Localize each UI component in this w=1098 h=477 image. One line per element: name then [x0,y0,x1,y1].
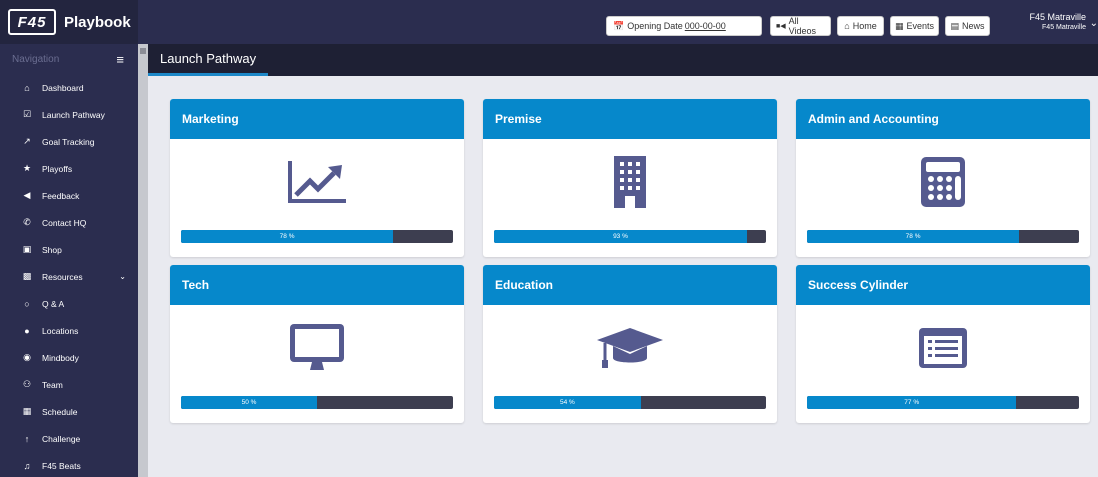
trophy-icon: ★ [22,163,32,173]
calendar-icon: 📅 [613,20,625,31]
progress-bar: 78 % [807,230,1079,243]
sidebar-item-team[interactable]: ⚇ Team [0,371,138,398]
calendar-icon: ▦ [22,406,32,416]
sidebar-item-q-and-a[interactable]: ○ Q & A [0,290,138,317]
scrollbar-thumb[interactable] [140,48,146,54]
news-button[interactable]: ▤ News [945,16,990,36]
opening-date-value: 000-00-00 [684,21,726,31]
card-education[interactable]: Education 54 % [483,265,777,423]
progress-bar: 77 % [807,396,1079,409]
progress-text: 78 % [905,233,921,240]
sidebar: Navigation ≡ ⌂ Dashboard ☑ Launch Pathwa… [0,44,138,477]
brand-title: Playbook [64,13,131,31]
sidebar-title: Navigation [12,53,60,65]
map-pin-icon: ● [24,325,30,336]
cart-icon: ▣ [22,244,32,254]
person-icon: ↑ [24,433,30,444]
progress-text: 50 % [241,399,257,406]
progress-text: 77 % [904,399,920,406]
calculator-icon [796,151,1090,213]
sidebar-item-locations[interactable]: ● Locations [0,317,138,344]
newspaper-icon: ▤ [950,20,959,31]
card-tech[interactable]: Tech 50 % [170,265,464,423]
user-menu[interactable]: F45 Matraville F45 Matraville [1029,12,1086,31]
eye-icon: ◉ [23,352,31,362]
sidebar-item-challenge[interactable]: ↑ Challenge [0,425,138,452]
sidebar-item-dashboard[interactable]: ⌂ Dashboard [0,74,138,101]
card-title: Marketing [170,99,464,139]
cubes-icon: ▩ [22,271,32,281]
home-button[interactable]: ⌂ Home [837,16,884,36]
sidebar-item-launch-pathway[interactable]: ☑ Launch Pathway [0,101,138,128]
progress-text: 78 % [279,233,295,240]
progress-text: 54 % [560,399,575,406]
sidebar-item-mindbody[interactable]: ◉ Mindbody [0,344,138,371]
f45-logo: F45 [8,9,56,35]
card-title: Education [483,265,777,305]
card-marketing[interactable]: Marketing 78 % [170,99,464,257]
user-location: F45 Matraville [1042,24,1086,31]
line-chart-icon: ↗ [23,136,31,146]
card-title: Tech [170,265,464,305]
sidebar-item-f45-beats[interactable]: ♫ F45 Beats [0,452,138,477]
music-icon: ♫ [23,460,31,471]
building-icon [483,151,777,213]
home-icon: ⌂ [844,21,850,31]
chat-icon: ○ [24,298,30,309]
sidebar-item-resources[interactable]: ▩ Resources ⌄ [0,263,138,290]
chevron-down-icon: ⌄ [119,272,126,281]
sidebar-item-shop[interactable]: ▣ Shop [0,236,138,263]
top-bar: F45 Playbook 📅 Opening Date 000-00-00 ■◀… [0,0,1098,44]
graduation-cap-icon [483,317,777,379]
line-chart-icon [170,151,464,213]
sidebar-item-goal-tracking[interactable]: ↗ Goal Tracking [0,128,138,155]
home-icon: ⌂ [24,82,30,93]
checkbox-icon: ☑ [22,109,32,119]
page-header: Launch Pathway [148,44,1098,76]
team-icon: ⚇ [22,379,32,389]
progress-bar: 50 % [181,396,453,409]
video-camera-icon: ■◀ [776,23,786,30]
calendar-icon: ▦ [894,20,904,31]
sidebar-scrollbar[interactable] [138,44,148,477]
sidebar-item-feedback[interactable]: ◀ Feedback [0,182,138,209]
sidebar-header: Navigation ≡ [0,44,138,74]
opening-date-field[interactable]: 📅 Opening Date 000-00-00 [606,16,762,36]
opening-date-label: Opening Date [627,21,683,31]
progress-bar: 93 % [494,230,766,243]
card-admin-and-accounting[interactable]: Admin and Accounting 78 % [796,99,1090,257]
card-title: Admin and Accounting [796,99,1090,139]
hamburger-menu-icon[interactable]: ≡ [116,52,124,67]
user-name: F45 Matraville [1029,12,1086,22]
monitor-icon [170,317,464,379]
chevron-down-icon[interactable]: ⌄ [1090,18,1098,29]
sidebar-item-schedule[interactable]: ▦ Schedule [0,398,138,425]
page-title: Launch Pathway [148,44,269,76]
card-title: Success Cylinder [796,265,1090,305]
progress-bar: 54 % [494,396,766,409]
events-button[interactable]: ▦ Events [890,16,939,36]
sidebar-item-contact-hq[interactable]: ✆ Contact HQ [0,209,138,236]
progress-text: 93 % [613,233,628,240]
all-videos-button[interactable]: ■◀ All Videos [770,16,831,36]
list-icon [796,317,1090,379]
brand[interactable]: F45 Playbook [0,0,138,44]
bullhorn-icon: ◀ [23,190,31,200]
card-title: Premise [483,99,777,139]
sidebar-item-playoffs[interactable]: ★ Playoffs [0,155,138,182]
phone-icon: ✆ [23,217,31,227]
card-success-cylinder[interactable]: Success Cylinder 77 % [796,265,1090,423]
card-premise[interactable]: Premise 93 % [483,99,777,257]
progress-bar: 78 % [181,230,453,243]
